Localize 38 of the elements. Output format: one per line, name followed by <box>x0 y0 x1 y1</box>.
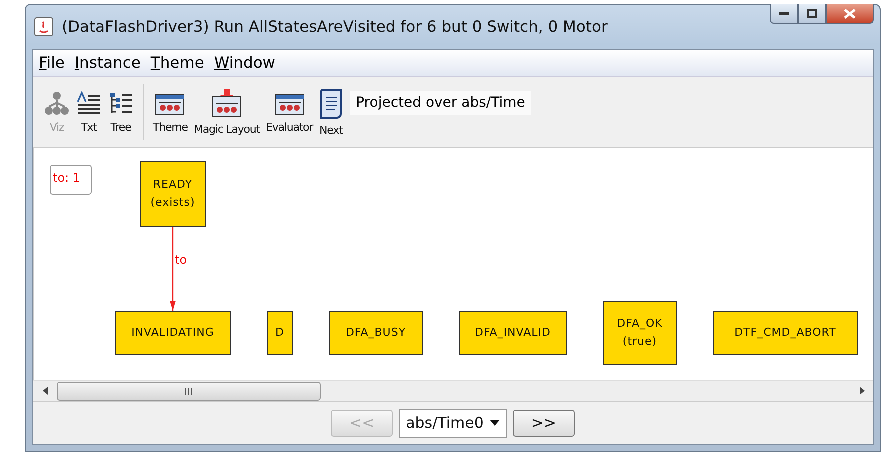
close-button[interactable] <box>826 4 874 24</box>
state-node: DTF_CMD_ABORT <box>713 311 858 355</box>
projection-label: Projected over abs/Time <box>350 91 532 115</box>
next-button[interactable]: >> <box>512 410 575 436</box>
toolbar-button[interactable]: Next <box>316 88 346 136</box>
time-dropdown[interactable]: abs/Time0 <box>399 408 507 438</box>
hierarchy-icon <box>44 90 70 116</box>
state-node: D <box>267 311 293 355</box>
menu-item[interactable]: Window <box>214 54 276 72</box>
maximize-icon <box>807 9 817 18</box>
toolbar-button[interactable]: Tree <box>105 90 137 134</box>
state-node: DFA_INVALID <box>459 311 567 355</box>
menu-item[interactable]: File <box>39 54 65 72</box>
menu-item[interactable]: Instance <box>74 54 141 72</box>
app-icon <box>34 17 54 37</box>
close-icon <box>844 8 856 18</box>
toolbar-button[interactable]: Magic Layout <box>190 88 263 136</box>
panel-with-arrow-icon <box>212 88 242 118</box>
caret-icon <box>490 420 500 426</box>
toolbar-button[interactable]: Txt <box>73 90 105 134</box>
legend: to: 1 <box>50 165 92 195</box>
state-node: DFA_BUSY <box>329 311 423 355</box>
scroll-icon <box>319 88 344 120</box>
state-node: INVALIDATING <box>115 311 231 355</box>
scroll-right-icon[interactable] <box>857 386 867 396</box>
scroll-left-icon[interactable] <box>41 386 51 396</box>
menu-item[interactable]: Theme <box>150 54 204 72</box>
state-node: DFA_OK (true) <box>603 301 677 365</box>
minimize-button[interactable] <box>770 4 798 24</box>
maximize-button[interactable] <box>798 4 826 24</box>
state-node: READY (exists) <box>140 161 206 227</box>
edge-label: to <box>175 253 188 267</box>
toolbar-button[interactable]: Theme <box>150 90 191 134</box>
text-lines-icon <box>76 90 102 116</box>
scrollbar-thumb[interactable] <box>57 382 321 400</box>
minimize-icon <box>779 12 789 16</box>
window-title: (DataFlashDriver3) Run AllStatesAreVisited for 6 but 0 Switch, 0 Motor <box>62 18 609 36</box>
toolbar-button[interactable]: Evaluator <box>262 90 316 134</box>
